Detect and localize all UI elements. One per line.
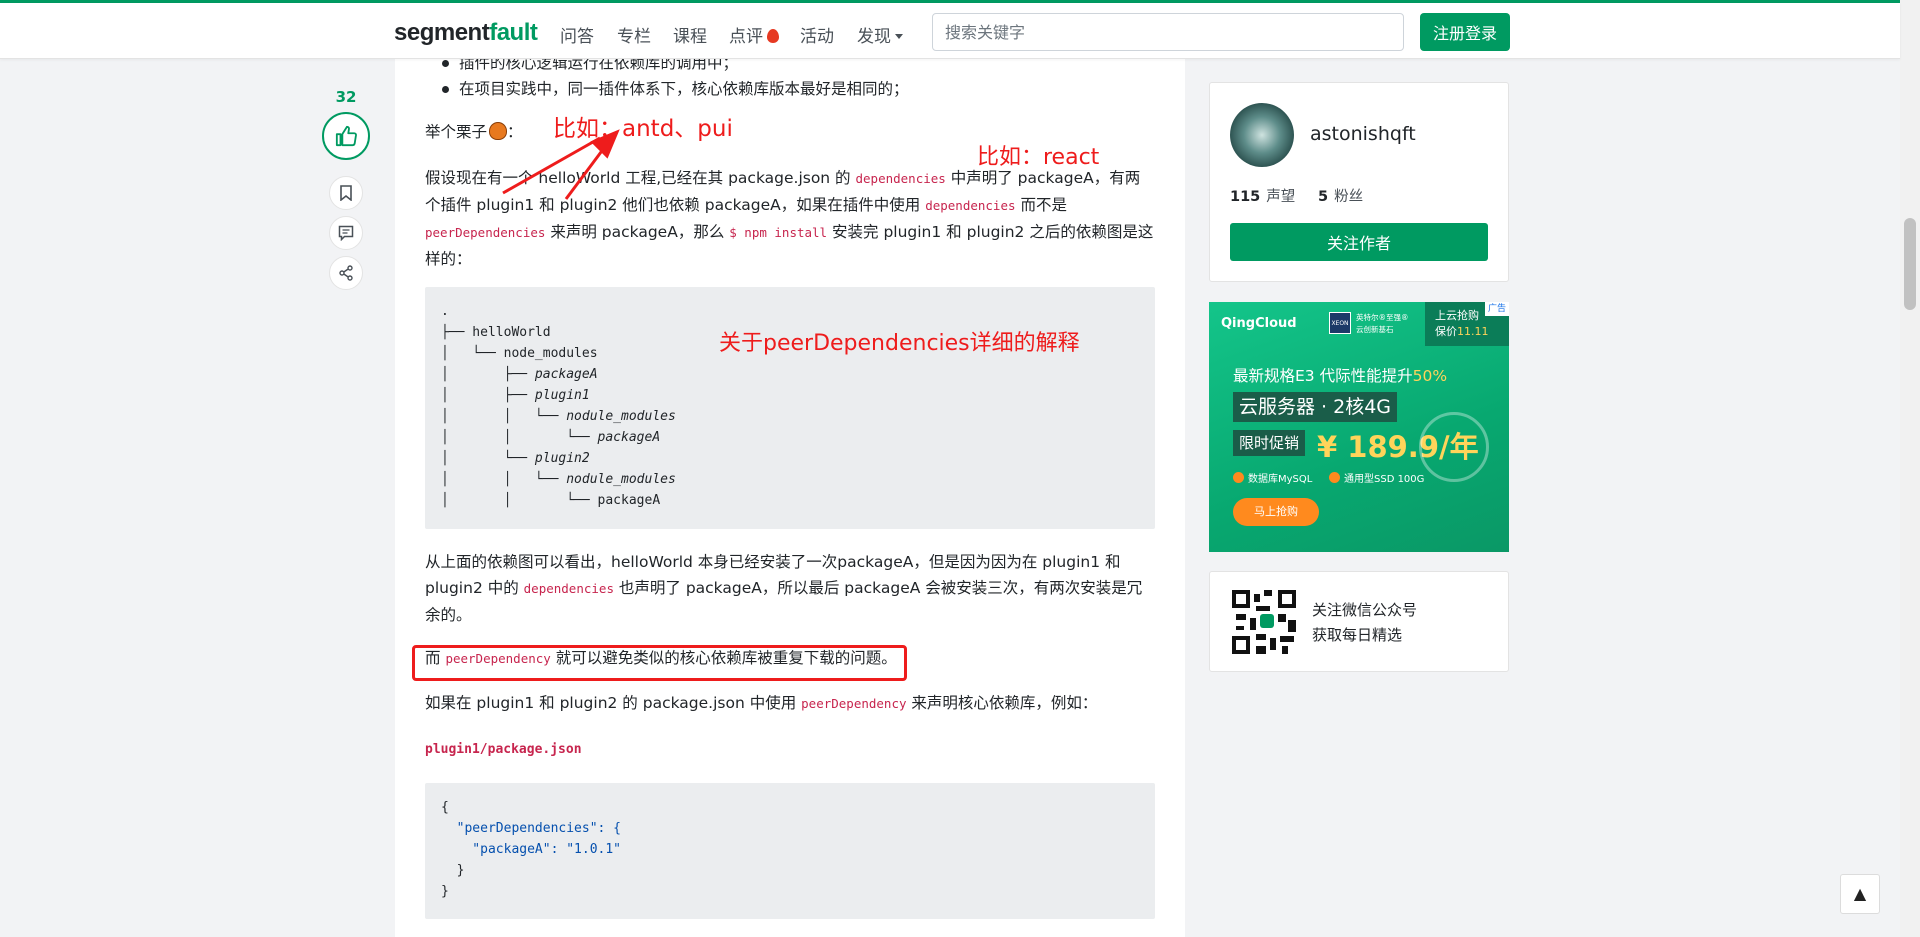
ad-label[interactable]: 广告: [1485, 302, 1509, 316]
wechat-line: 获取每日精选: [1312, 626, 1403, 644]
fans-label: 粉丝: [1334, 189, 1364, 205]
site-logo[interactable]: segmentfault: [394, 19, 538, 47]
annotation-antd-pui: 比如：antd、pui: [553, 116, 733, 142]
reputation-value: 115: [1230, 189, 1261, 205]
ad-buy-button[interactable]: 马上抢购: [1233, 498, 1319, 526]
ad-partner-line: 英特尔®至强®: [1356, 313, 1409, 322]
ad-partner-text: 英特尔®至强® 云创新基石: [1356, 312, 1409, 336]
nav-item-columns[interactable]: 专栏: [617, 22, 651, 47]
wechat-card: 关注微信公众号 获取每日精选: [1209, 571, 1509, 672]
nav-item-courses[interactable]: 课程: [673, 22, 707, 47]
ad-partner-line: 云创新基石: [1356, 325, 1394, 334]
ad-feature-text: 通用型SSD 100G: [1344, 474, 1425, 485]
ad-product: 云服务器 · 2核4G: [1233, 392, 1398, 422]
annotation-arrows: [502, 129, 620, 200]
scrollbar-thumb[interactable]: [1904, 218, 1916, 310]
annotation-highlight-box: [412, 645, 907, 681]
search-input[interactable]: [932, 13, 1404, 51]
page-scrollbar[interactable]: [1900, 0, 1920, 937]
annotation-peer-deps-explain: 关于peerDependencies详细的解释: [719, 331, 1080, 356]
wechat-text: 关注微信公众号 获取每日精选: [1312, 598, 1417, 648]
annotation-arrow-line: [502, 136, 601, 195]
ad-headline-pct: 50%: [1412, 367, 1448, 385]
cloud-icon: [1419, 412, 1489, 482]
follow-author-button[interactable]: 关注作者: [1230, 223, 1488, 261]
reputation-label: 声望: [1266, 189, 1296, 205]
feature-dot-icon: [1233, 472, 1244, 483]
author-name[interactable]: astonishqft: [1310, 123, 1416, 145]
feature-dot-icon: [1329, 472, 1340, 483]
qr-code: [1232, 590, 1296, 654]
logo-accent-text: fault: [489, 19, 538, 46]
nav-item-reviews-label: 点评: [729, 27, 763, 47]
register-login-button[interactable]: 注册登录: [1420, 13, 1510, 51]
ad-brand: QingCloud: [1221, 316, 1297, 331]
ad-headline-text: 最新规格E3 代际性能提升: [1233, 367, 1413, 385]
fire-icon: [767, 29, 779, 43]
ad-feature: 数据库MySQL: [1233, 470, 1312, 485]
ad-banner[interactable]: QingCloud XEON 英特尔®至强® 云创新基石 上云抢购 保价11.11 …: [1209, 302, 1509, 552]
back-to-top-button[interactable]: ▲: [1840, 874, 1880, 914]
chevron-down-icon: [895, 34, 903, 39]
fans-value: 5: [1318, 189, 1329, 205]
nav-item-discover[interactable]: 发现: [857, 22, 903, 47]
nav-item-qa[interactable]: 问答: [560, 22, 594, 47]
nav-item-reviews[interactable]: 点评: [729, 22, 779, 47]
annotation-react: 比如：react: [977, 145, 1100, 170]
ad-brand-text: QingCloud: [1221, 316, 1297, 331]
logo-main-text: segment: [394, 19, 490, 46]
wechat-line: 关注微信公众号: [1312, 601, 1418, 619]
ad-promo-date: 11.11: [1457, 325, 1489, 338]
author-card: astonishqft 115 声望 5 粉丝 关注作者: [1209, 82, 1509, 282]
ad-headline: 最新规格E3 代际性能提升50%: [1233, 364, 1447, 386]
avatar[interactable]: [1230, 103, 1294, 167]
ad-promo-line: 保价: [1435, 325, 1457, 338]
reputation-stat: 115 声望: [1230, 185, 1295, 206]
ad-xeon-badge: XEON: [1329, 312, 1351, 334]
nav-item-discover-label: 发现: [857, 27, 891, 47]
top-navbar: segmentfault 问答 专栏 课程 点评 活动 发现 注册登录: [0, 3, 1900, 59]
ad-sale-tag: 限时促销: [1233, 430, 1306, 456]
ad-feature: 通用型SSD 100G: [1329, 470, 1424, 485]
ad-feature-text: 数据库MySQL: [1248, 474, 1313, 485]
fans-stat: 5 粉丝: [1318, 185, 1363, 206]
nav-item-events[interactable]: 活动: [800, 22, 834, 47]
